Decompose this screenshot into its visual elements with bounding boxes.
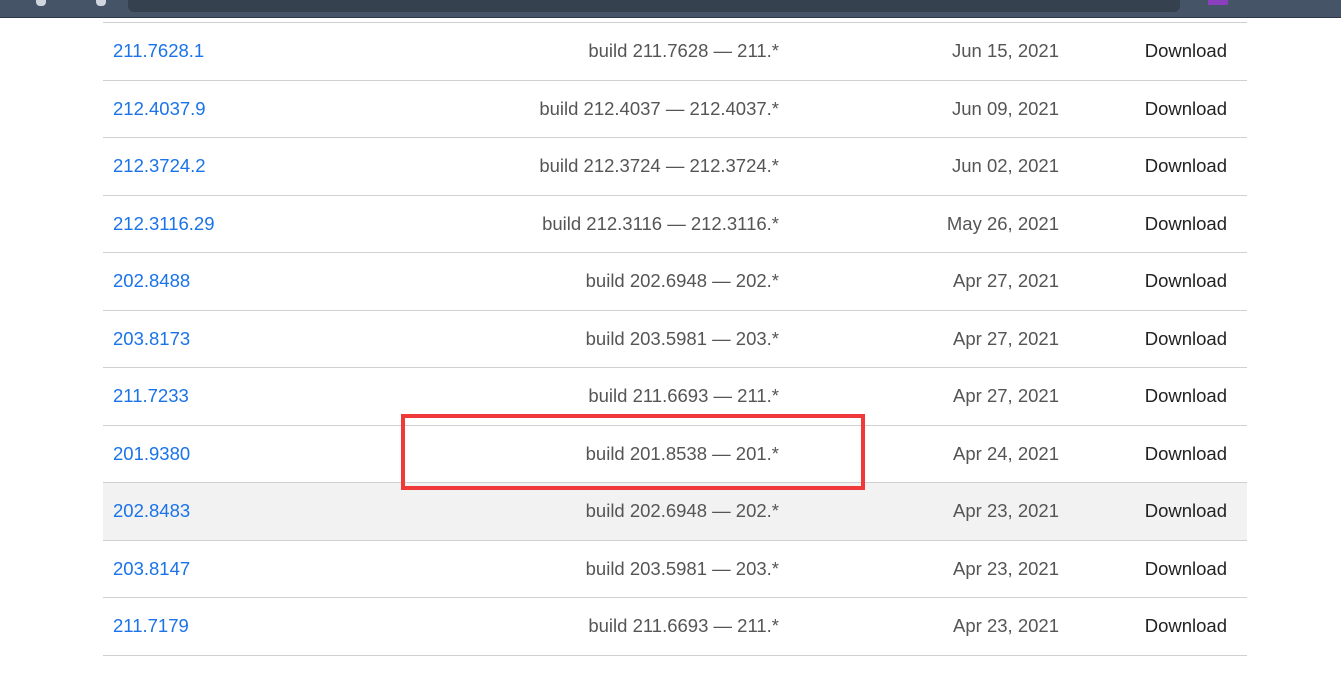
version-cell: 202.8488 xyxy=(103,253,413,311)
version-link[interactable]: 203.8147 xyxy=(113,558,190,579)
address-bar[interactable] xyxy=(128,0,1180,12)
extension-icon[interactable] xyxy=(1208,0,1228,5)
version-link[interactable]: 212.3116.29 xyxy=(113,213,215,234)
release-date: Apr 27, 2021 xyxy=(953,270,1059,292)
table-row: 211.7628.1 build 211.7628 — 211.* Jun 15… xyxy=(103,22,1247,81)
download-link[interactable]: Download xyxy=(1059,195,1247,253)
release-date: Apr 23, 2021 xyxy=(953,615,1059,637)
version-cell: 211.7233 xyxy=(103,368,413,426)
table-row: 203.8147 build 203.5981 — 203.* Apr 23, … xyxy=(103,540,1247,598)
table-row: 202.8488 build 202.6948 — 202.* Apr 27, … xyxy=(103,252,1247,311)
version-link[interactable]: 202.8483 xyxy=(113,500,190,521)
version-cell: 203.8173 xyxy=(103,310,413,368)
download-link[interactable]: Download xyxy=(1059,80,1247,138)
table-row: 203.8173 build 203.5981 — 203.* Apr 27, … xyxy=(103,310,1247,368)
version-cell: 203.8147 xyxy=(103,540,413,598)
version-cell: 212.4037.9 xyxy=(103,80,413,138)
table-row: 212.4037.9 build 212.4037 — 212.4037.* J… xyxy=(103,80,1247,138)
build-range: build 203.5981 — 203.* xyxy=(585,557,779,579)
version-cell: 211.7628.1 xyxy=(103,23,413,81)
download-link[interactable]: Download xyxy=(1059,598,1247,656)
release-date: Jun 15, 2021 xyxy=(952,40,1059,62)
table-row: 212.3724.2 build 212.3724 — 212.3724.* J… xyxy=(103,137,1247,196)
version-link[interactable]: 211.7179 xyxy=(113,615,189,636)
build-range: build 203.5981 — 203.* xyxy=(585,327,779,349)
release-date: Jun 02, 2021 xyxy=(952,155,1059,177)
version-cell: 202.8483 xyxy=(103,483,413,541)
browser-toolbar xyxy=(0,0,1341,18)
download-link[interactable]: Download xyxy=(1059,540,1247,598)
version-link[interactable]: 211.7628.1 xyxy=(113,40,204,61)
highlight-box xyxy=(401,414,865,490)
build-range: build 202.6948 — 202.* xyxy=(585,270,779,292)
apps-icon[interactable] xyxy=(96,0,106,6)
version-cell: 201.9380 xyxy=(103,425,413,483)
release-date: Jun 09, 2021 xyxy=(952,97,1059,119)
build-range: build 212.3724 — 212.3724.* xyxy=(539,155,779,177)
download-link[interactable]: Download xyxy=(1059,310,1247,368)
release-date: Apr 23, 2021 xyxy=(953,500,1059,522)
version-cell: 211.7179 xyxy=(103,598,413,656)
release-date: May 26, 2021 xyxy=(946,212,1059,234)
download-link[interactable]: Download xyxy=(1059,23,1247,81)
version-link[interactable]: 212.3724.2 xyxy=(113,155,206,176)
version-link[interactable]: 201.9380 xyxy=(113,443,190,464)
download-link[interactable]: Download xyxy=(1059,483,1247,541)
table-row: 212.3116.29 build 212.3116 — 212.3116.* … xyxy=(103,195,1247,253)
version-link[interactable]: 202.8488 xyxy=(113,270,190,291)
build-range: build 212.3116 — 212.3116.* xyxy=(542,212,779,234)
version-link[interactable]: 203.8173 xyxy=(113,328,190,349)
build-range: build 211.7628 — 211.* xyxy=(588,40,779,62)
build-range: build 211.6693 — 211.* xyxy=(588,615,779,637)
download-link[interactable]: Download xyxy=(1059,138,1247,196)
table-row: 202.8483 build 202.6948 — 202.* Apr 23, … xyxy=(103,482,1247,541)
versions-table: 211.7628.1 build 211.7628 — 211.* Jun 15… xyxy=(103,22,1247,656)
version-cell: 212.3724.2 xyxy=(103,138,413,196)
version-link[interactable]: 212.4037.9 xyxy=(113,98,206,119)
reload-icon[interactable] xyxy=(36,0,46,6)
release-date: Apr 23, 2021 xyxy=(953,557,1059,579)
version-cell: 212.3116.29 xyxy=(103,195,413,253)
table-row: 211.7179 build 211.6693 — 211.* Apr 23, … xyxy=(103,597,1247,656)
download-link[interactable]: Download xyxy=(1059,368,1247,426)
build-range: build 212.4037 — 212.4037.* xyxy=(539,97,779,119)
download-link[interactable]: Download xyxy=(1059,253,1247,311)
build-range: build 202.6948 — 202.* xyxy=(585,500,779,522)
version-link[interactable]: 211.7233 xyxy=(113,385,189,406)
download-link[interactable]: Download xyxy=(1059,425,1247,483)
release-date: Apr 27, 2021 xyxy=(953,327,1059,349)
